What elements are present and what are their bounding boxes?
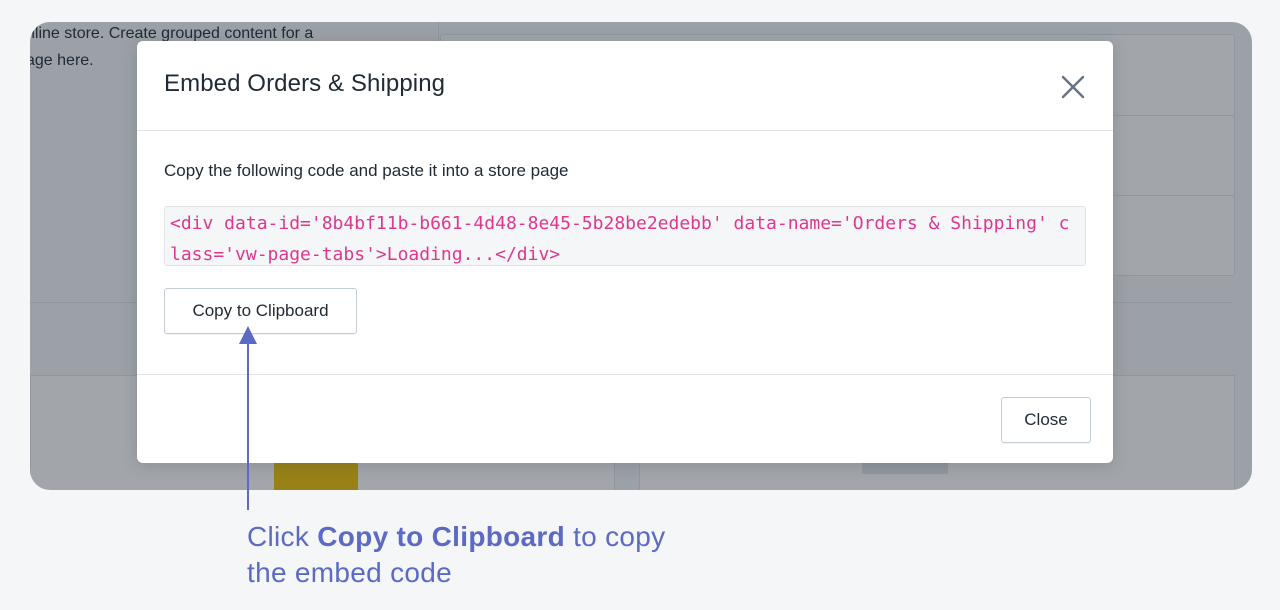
instructions-text: Copy the following code and paste it int… (164, 161, 569, 180)
close-icon-glyph (1061, 75, 1085, 99)
callout-highlight: Copy to Clipboard (317, 521, 565, 552)
callout-prefix: Click (247, 521, 318, 552)
modal-title: Embed Orders & Shipping (164, 70, 446, 97)
close-icon[interactable] (1055, 69, 1091, 105)
embed-code-block[interactable]: <div data-id='8b4bf11b-b661-4d48-8e45-5b… (164, 206, 1086, 266)
modal-footer: Close (137, 374, 1113, 463)
annotation-callout: Click Copy to Clipboard to copy the embe… (247, 519, 707, 591)
close-button[interactable]: Close (1001, 397, 1091, 443)
embed-modal: Embed Orders & Shipping Copy the followi… (137, 41, 1113, 463)
modal-body: Copy the following code and paste it int… (137, 131, 1113, 374)
arrow-up-icon (239, 326, 257, 510)
modal-header: Embed Orders & Shipping (137, 41, 1113, 131)
